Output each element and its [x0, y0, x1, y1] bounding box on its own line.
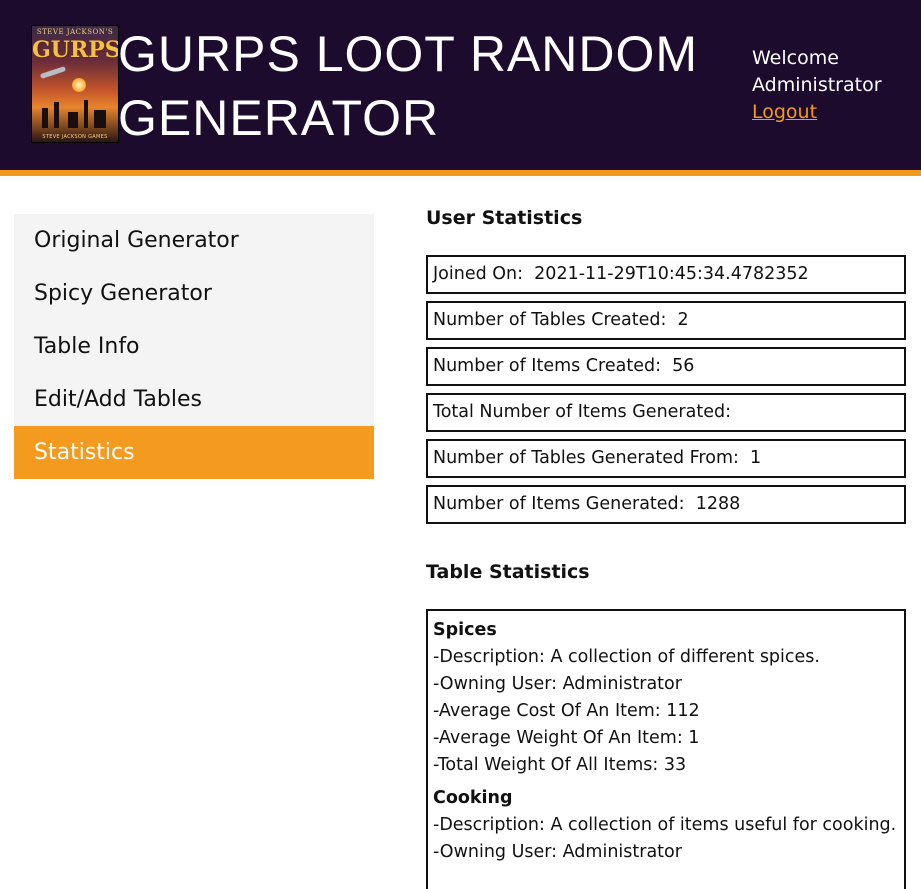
table-stat-entry: Spices -Description: A collection of dif… [433, 617, 899, 779]
stat-label: Number of Items Generated: [433, 494, 685, 514]
stat-label: Joined On: [433, 264, 524, 284]
stat-value: 2 [677, 310, 689, 330]
stat-value: 1288 [695, 494, 741, 514]
table-owning-user: -Owning User: Administrator [433, 842, 682, 862]
table-total-weight: -Total Weight Of All Items: 33 [433, 755, 687, 775]
sidebar-nav: Original Generator Spicy Generator Table… [14, 214, 374, 479]
table-statistics-box: Spices -Description: A collection of dif… [426, 609, 906, 889]
table-stat-entry: Cooking -Description: A collection of it… [433, 785, 899, 866]
site-header: STEVE JACKSON'S GURPS STEVE JACKSON GAME… [0, 0, 921, 176]
nav-item-table-info[interactable]: Table Info [14, 320, 374, 373]
stat-items-generated: Number of Items Generated: 1288 [426, 485, 906, 524]
logout-link[interactable]: Logout [752, 101, 817, 123]
table-name: Cooking [433, 788, 513, 808]
nav-item-edit-add-tables[interactable]: Edit/Add Tables [14, 373, 374, 426]
table-owning-user: -Owning User: Administrator [433, 674, 682, 694]
stat-label: Number of Tables Generated From: [433, 448, 739, 468]
username-label: Administrator [752, 74, 882, 96]
table-average-weight: -Average Weight Of An Item: 1 [433, 728, 700, 748]
site-title: GURPS LOOT RANDOM GENERATOR [118, 26, 699, 146]
logo-sun-shape [72, 78, 86, 92]
stat-tables-generated-from: Number of Tables Generated From: 1 [426, 439, 906, 478]
table-average-cost: -Average Cost Of An Item: 112 [433, 701, 700, 721]
logo-spaceship-shape [39, 66, 67, 79]
logo-top-text: STEVE JACKSON'S [36, 28, 114, 36]
stat-value: 56 [672, 356, 695, 376]
stat-joined-on: Joined On: 2021-11-29T10:45:34.4782352 [426, 255, 906, 294]
table-name: Spices [433, 620, 497, 640]
table-description: -Description: A collection of items usef… [433, 815, 897, 835]
welcome-block: Welcome Administrator Logout [752, 45, 882, 126]
stat-items-created: Number of Items Created: 56 [426, 347, 906, 386]
stat-label: Number of Tables Created: [433, 310, 667, 330]
stat-value: 2021-11-29T10:45:34.4782352 [534, 264, 809, 284]
nav-item-original-generator[interactable]: Original Generator [14, 214, 374, 267]
stat-label: Number of Items Created: [433, 356, 661, 376]
gurps-logo-image: STEVE JACKSON'S GURPS STEVE JACKSON GAME… [31, 25, 119, 143]
nav-item-spicy-generator[interactable]: Spicy Generator [14, 267, 374, 320]
stat-value: 1 [750, 448, 762, 468]
stat-label: Total Number of Items Generated: [433, 402, 731, 422]
logo-title-text: GURPS [32, 37, 119, 63]
stat-total-items-generated: Total Number of Items Generated: [426, 393, 906, 432]
main-content: User Statistics Joined On: 2021-11-29T10… [426, 200, 906, 889]
welcome-label: Welcome [752, 47, 839, 69]
nav-item-statistics[interactable]: Statistics [14, 426, 374, 479]
table-description: -Description: A collection of different … [433, 647, 820, 667]
logo-city-skyline [32, 100, 118, 128]
stat-tables-created: Number of Tables Created: 2 [426, 301, 906, 340]
user-statistics-list: Joined On: 2021-11-29T10:45:34.4782352 N… [426, 255, 906, 524]
table-statistics-heading: Table Statistics [426, 561, 590, 583]
user-statistics-heading: User Statistics [426, 207, 583, 229]
logo-bottom-text: STEVE JACKSON GAMES [42, 134, 108, 140]
